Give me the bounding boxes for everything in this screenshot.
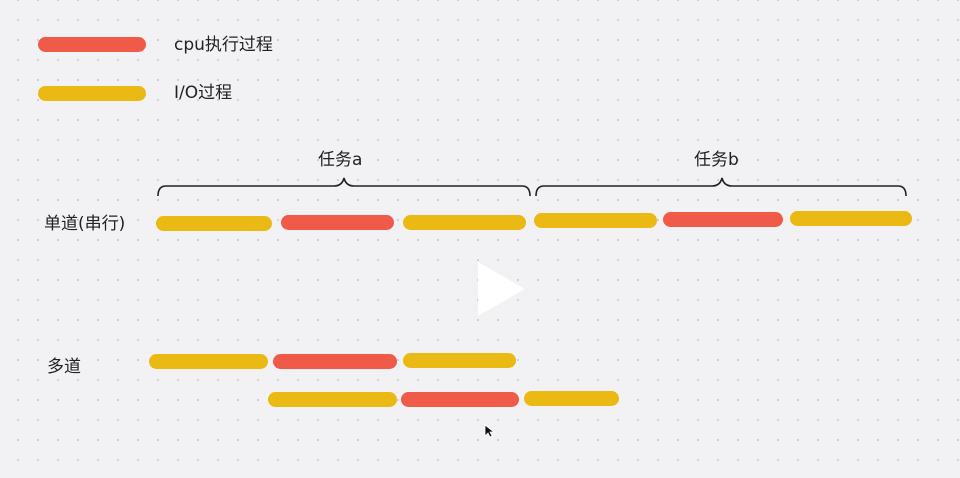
serial-io-segment-2 [403,215,526,230]
multi-a-io-segment-2 [403,353,516,368]
legend-cpu-label: cpu执行过程 [174,35,273,55]
multi-b-cpu-segment [401,392,519,407]
mouse-cursor-icon [484,424,496,438]
play-icon[interactable] [478,262,525,316]
multi-row-label: 多道 [47,357,81,377]
serial-io-segment-3 [534,213,657,228]
task-a-brace [157,177,531,197]
serial-row-label: 单道(串行) [44,214,126,234]
multi-b-io-segment-1 [268,392,397,407]
task-b-label: 任务b [694,150,739,170]
serial-io-segment-4 [790,211,912,226]
legend-cpu-swatch [38,37,146,52]
serial-cpu-segment-2 [663,212,783,227]
task-a-label: 任务a [318,150,363,170]
multi-a-io-segment-1 [149,354,268,369]
legend-io-swatch [38,86,146,101]
serial-io-segment-1 [156,216,272,231]
legend-io-label: I/O过程 [174,83,233,103]
task-b-brace [535,177,907,197]
multi-b-io-segment-2 [524,391,619,406]
serial-cpu-segment-1 [281,215,394,230]
multi-a-cpu-segment [273,354,397,369]
